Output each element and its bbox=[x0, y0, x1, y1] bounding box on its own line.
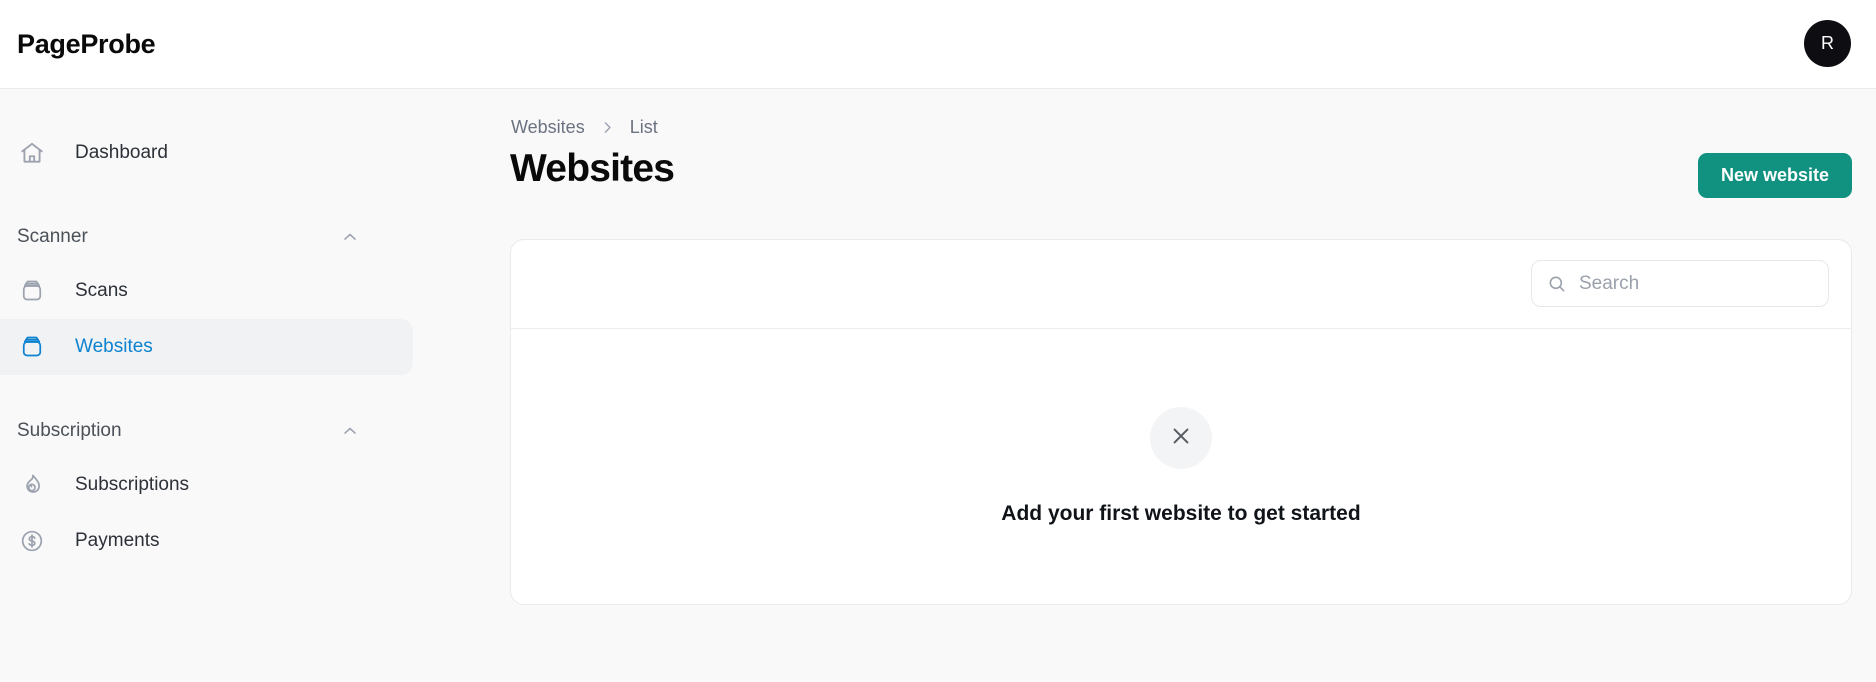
sidebar-item-payments[interactable]: Payments bbox=[0, 513, 413, 569]
top-header-bar: PageProbe R bbox=[0, 0, 1876, 89]
close-x-icon bbox=[1167, 422, 1195, 455]
sidebar-item-label: Subscriptions bbox=[75, 474, 190, 495]
card-toolbar bbox=[511, 240, 1851, 329]
sidebar: Dashboard Scanner Scans Websites Subscri… bbox=[0, 89, 500, 682]
flame-icon bbox=[17, 470, 47, 500]
dollar-circle-icon bbox=[17, 526, 47, 556]
archive-box-icon bbox=[17, 276, 47, 306]
chevron-up-icon[interactable] bbox=[339, 226, 361, 248]
sidebar-item-dashboard[interactable]: Dashboard bbox=[0, 125, 413, 181]
sidebar-section-scanner[interactable]: Scanner bbox=[0, 211, 413, 263]
websites-card: Add your first website to get started bbox=[510, 239, 1852, 605]
search-input[interactable] bbox=[1579, 272, 1828, 295]
avatar-initial: R bbox=[1821, 33, 1834, 53]
sidebar-section-subscription[interactable]: Subscription bbox=[0, 405, 413, 457]
search-icon bbox=[1546, 273, 1568, 295]
sidebar-item-label: Scans bbox=[75, 280, 128, 301]
new-website-button[interactable]: New website bbox=[1697, 153, 1852, 198]
empty-state: Add your first website to get started bbox=[511, 329, 1851, 604]
breadcrumb-item-list: List bbox=[629, 117, 658, 137]
search-box[interactable] bbox=[1531, 260, 1829, 307]
chevron-up-icon[interactable] bbox=[339, 420, 361, 442]
app-body: Dashboard Scanner Scans Websites Subscri… bbox=[0, 89, 1876, 682]
page-title: Websites bbox=[510, 147, 675, 190]
breadcrumb: Websites List bbox=[511, 117, 658, 138]
sidebar-section-label: Scanner bbox=[17, 226, 88, 247]
sidebar-item-label: Dashboard bbox=[75, 142, 168, 163]
app-logo[interactable]: PageProbe bbox=[17, 29, 156, 60]
sidebar-item-websites[interactable]: Websites bbox=[0, 319, 413, 375]
sidebar-item-label: Payments bbox=[75, 530, 160, 551]
sidebar-item-subscriptions[interactable]: Subscriptions bbox=[0, 457, 413, 513]
empty-state-icon-circle bbox=[1150, 407, 1212, 469]
empty-state-message: Add your first website to get started bbox=[1001, 502, 1361, 525]
sidebar-section-label: Subscription bbox=[17, 420, 122, 441]
sidebar-item-scans[interactable]: Scans bbox=[0, 263, 413, 319]
avatar[interactable]: R bbox=[1804, 20, 1851, 67]
main-content: Websites List Websites New website Searc… bbox=[500, 89, 1876, 682]
sidebar-item-label: Websites bbox=[75, 336, 153, 357]
home-icon bbox=[17, 138, 47, 168]
archive-box-icon bbox=[17, 332, 47, 362]
chevron-right-icon bbox=[599, 119, 616, 136]
breadcrumb-item-websites[interactable]: Websites bbox=[511, 117, 585, 138]
